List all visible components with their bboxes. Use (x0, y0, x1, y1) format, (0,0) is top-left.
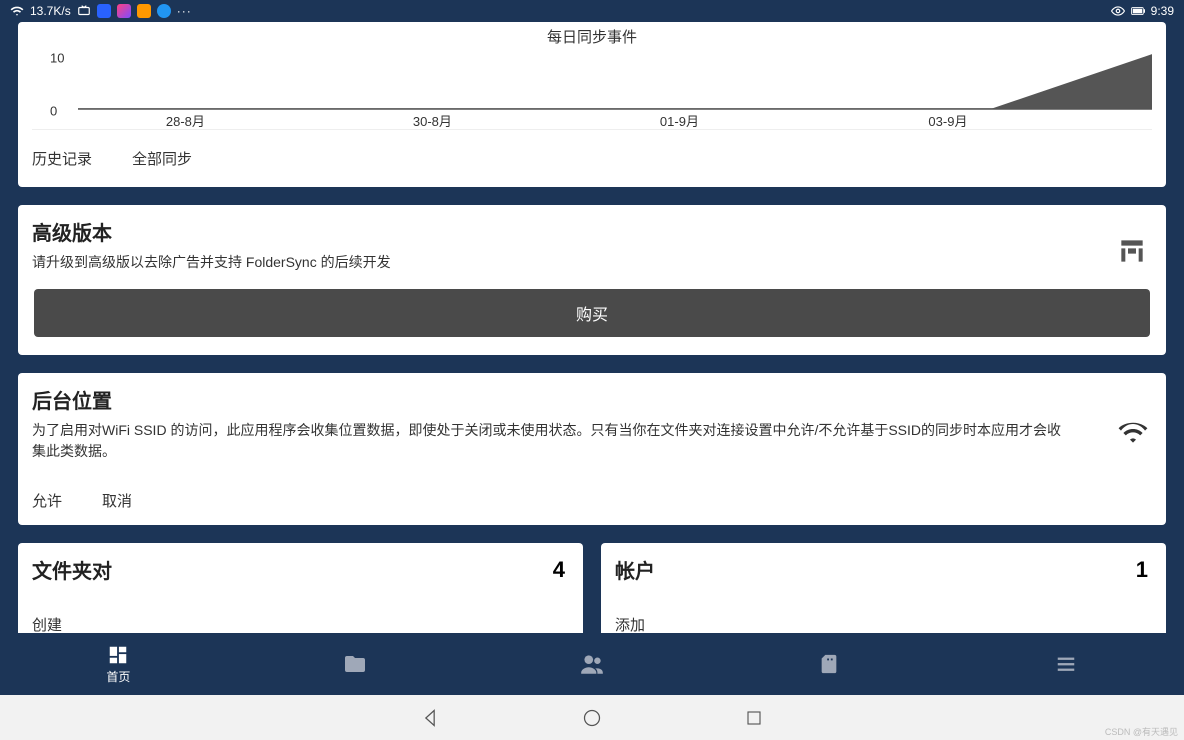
location-title: 后台位置 (32, 385, 1152, 414)
home-button[interactable] (581, 707, 603, 729)
chart: 10 0 28-8月 30-8月 01-9月 03-9月 (32, 49, 1152, 125)
premium-card: 高级版本 请升级到高级版以去除广告并支持 FolderSync 的后续开发 购买 (18, 205, 1166, 355)
chart-title: 每日同步事件 (32, 26, 1152, 47)
premium-title: 高级版本 (32, 217, 1152, 246)
nav-people[interactable] (474, 633, 711, 695)
add-button[interactable]: 添加 (615, 614, 645, 635)
nav-menu[interactable] (947, 633, 1184, 695)
system-nav (0, 695, 1184, 740)
wifi-icon (10, 4, 24, 18)
nav-storage[interactable] (710, 633, 947, 695)
history-button[interactable]: 历史记录 (32, 148, 92, 169)
store-icon (1116, 235, 1148, 272)
app-icon-3 (137, 4, 151, 18)
battery-icon (1131, 4, 1145, 18)
back-button[interactable] (419, 707, 441, 729)
chart-card: 每日同步事件 10 0 28-8月 30-8月 01-9月 03-9月 历史记录… (18, 22, 1166, 187)
xtick-3: 01-9月 (660, 111, 699, 130)
bottom-nav: 首页 (0, 633, 1184, 695)
accounts-count: 1 (1136, 557, 1148, 583)
tv-icon (77, 4, 91, 18)
status-bar: 13.7K/s ··· 9:39 (0, 0, 1184, 22)
nav-home-label: 首页 (106, 668, 130, 685)
ytick-10: 10 (50, 51, 64, 66)
more-icon: ··· (177, 4, 192, 18)
app-icon-2 (117, 4, 131, 18)
recents-button[interactable] (743, 707, 765, 729)
premium-subtitle: 请升级到高级版以去除广告并支持 FolderSync 的后续开发 (32, 252, 1040, 273)
app-icon-4 (157, 4, 171, 18)
clock: 9:39 (1151, 4, 1174, 18)
location-desc: 为了启用对WiFi SSID 的访问，此应用程序会收集位置数据，即使处于关闭或未… (32, 420, 1074, 462)
cancel-button[interactable]: 取消 (102, 490, 132, 511)
ytick-0: 0 (50, 104, 57, 119)
accounts-title: 帐户 (615, 555, 1152, 584)
nav-home[interactable]: 首页 (0, 633, 237, 695)
app-icon-1 (97, 4, 111, 18)
xtick-1: 28-8月 (166, 111, 205, 130)
create-button[interactable]: 创建 (32, 614, 62, 635)
folder-pairs-count: 4 (553, 557, 565, 583)
buy-button[interactable]: 购买 (34, 289, 1150, 337)
location-card: 后台位置 为了启用对WiFi SSID 的访问，此应用程序会收集位置数据，即使处… (18, 373, 1166, 525)
folder-pairs-title: 文件夹对 (32, 555, 569, 584)
watermark: CSDN @有天遇见 (1105, 725, 1178, 738)
nav-folder[interactable] (237, 633, 474, 695)
xtick-4: 03-9月 (928, 111, 967, 130)
xtick-2: 30-8月 (413, 111, 452, 130)
sync-all-button[interactable]: 全部同步 (132, 148, 192, 169)
wifi-large-icon (1118, 421, 1148, 450)
eye-icon (1111, 4, 1125, 18)
allow-button[interactable]: 允许 (32, 490, 62, 511)
network-speed: 13.7K/s (30, 4, 71, 18)
